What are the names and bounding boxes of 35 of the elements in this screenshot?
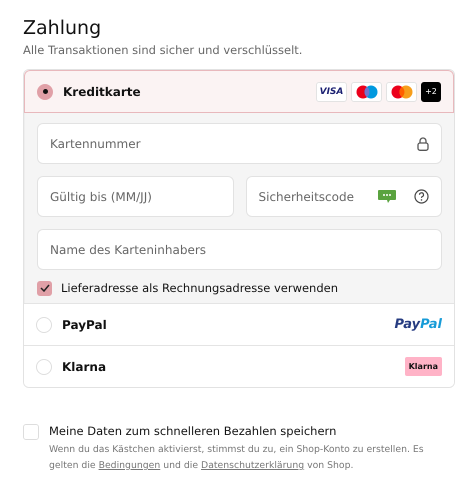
security-code-input[interactable]: Sicherheitscode xyxy=(256,188,368,204)
lock-icon xyxy=(417,136,429,150)
checkbox[interactable] xyxy=(37,280,52,296)
payment-option[interactable]: Klarna Klarna xyxy=(24,345,454,387)
security-code-field[interactable]: Sicherheitscode xyxy=(246,176,442,217)
more-cards-badge: +2 xyxy=(421,82,441,102)
option-label: Kreditkarte xyxy=(63,84,142,98)
expiry-input[interactable]: Gültig bis (MM/JJ) xyxy=(48,188,220,204)
card-number-field[interactable]: Kartennummer xyxy=(37,123,442,164)
page-title: Zahlung xyxy=(23,16,102,41)
radio-button[interactable] xyxy=(37,84,53,100)
card-number-input[interactable]: Kartennummer xyxy=(48,136,407,152)
consent-note: Wenn du das Kästchen aktivierst, stimmst du zu, ein Shop-Konto zu erstellen. Es gelten die Bedingungen und die Datenschutzerklärung von Shop. xyxy=(49,443,425,473)
radio-button[interactable] xyxy=(36,358,52,374)
cardholder-name-field[interactable]: Name des Karteninhabers xyxy=(37,229,442,270)
link[interactable]: Bedingungen xyxy=(98,460,160,471)
card-logo xyxy=(351,82,382,102)
speech-bubble-icon xyxy=(378,190,396,204)
klarna-logo: Klarna xyxy=(404,357,442,376)
radio-button[interactable] xyxy=(36,316,52,332)
card-logo xyxy=(386,82,417,102)
checkbox-label: Lieferadresse als Rechnungsadresse verwenden xyxy=(61,281,338,295)
link[interactable]: Datenschutzerklärung xyxy=(201,460,304,471)
security-note: Alle Transaktionen sind sicher und verschlüsselt. xyxy=(23,43,304,57)
option-label: Klarna xyxy=(62,360,108,374)
card-logo: VISA xyxy=(316,82,347,102)
paypal-logo: PayPal xyxy=(394,317,442,332)
checkmark-icon xyxy=(40,284,50,292)
help-icon[interactable] xyxy=(414,189,429,204)
expiry-field[interactable]: Gültig bis (MM/JJ) xyxy=(37,176,234,217)
cardholder-name-input[interactable]: Name des Karteninhabers xyxy=(48,242,429,258)
checkbox[interactable] xyxy=(23,424,39,440)
option-label: PayPal xyxy=(62,318,108,332)
payment-option[interactable]: Kreditkarte VISA +2 xyxy=(24,70,454,113)
checkbox-label: Meine Daten zum schnelleren Bezahlen speichern xyxy=(49,423,338,440)
